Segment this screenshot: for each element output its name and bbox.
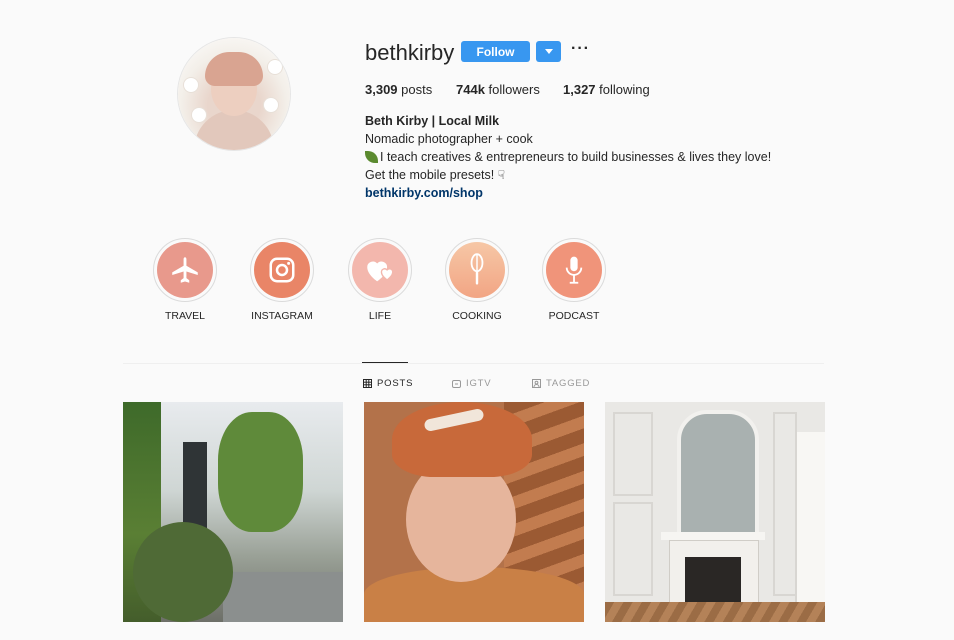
tagged-icon (532, 379, 541, 388)
tab-label: POSTS (377, 378, 414, 389)
highlight-instagram[interactable]: INSTAGRAM (250, 238, 314, 322)
posts-count-label: posts (401, 82, 433, 97)
profile-avatar[interactable] (178, 38, 290, 150)
following-count-label: following (599, 82, 650, 97)
post-thumbnail[interactable] (605, 402, 825, 622)
posts-count-value: 3,309 (365, 82, 398, 97)
highlight-cooking[interactable]: COOKING (445, 238, 509, 322)
bio-line-text: Get the mobile presets! (365, 168, 495, 182)
tab-label: TAGGED (546, 378, 591, 389)
followers-count-label: followers (488, 82, 540, 97)
microphone-icon (565, 256, 583, 284)
posts-count: 3,309 posts (365, 82, 432, 97)
pointing-hand-emoji-icon: ☟ (497, 168, 506, 182)
tab-tagged[interactable]: TAGGED (532, 378, 590, 389)
highlight-label: INSTAGRAM (251, 310, 313, 322)
bio-full-name: Beth Kirby | Local Milk (365, 114, 500, 128)
follow-button[interactable]: Follow (461, 41, 530, 62)
post-thumbnail[interactable] (123, 402, 343, 622)
followers-count[interactable]: 744k followers (456, 82, 540, 97)
active-tab-indicator (362, 362, 408, 363)
igtv-icon (452, 380, 461, 388)
followers-count-value: 744k (456, 82, 485, 97)
bio-line-text: I teach creatives & entrepreneurs to bui… (380, 150, 772, 164)
leaf-emoji-icon (365, 151, 378, 163)
following-count[interactable]: 1,327 following (563, 82, 650, 97)
tab-igtv[interactable]: IGTV (452, 378, 491, 389)
post-thumbnail[interactable] (364, 402, 584, 622)
hearts-icon (367, 261, 394, 282)
following-count-value: 1,327 (563, 82, 596, 97)
suggested-dropdown-button[interactable] (536, 41, 561, 62)
chevron-down-icon (544, 49, 553, 54)
airplane-icon (172, 257, 198, 283)
tab-label: IGTV (466, 378, 492, 389)
highlight-label: LIFE (368, 310, 392, 322)
bio-line: Nomadic photographer + cook (365, 132, 533, 146)
more-options-button[interactable]: ··· (571, 40, 590, 58)
bio-line: I teach creatives & entrepreneurs to bui… (365, 148, 771, 166)
highlight-travel[interactable]: TRAVEL (153, 238, 217, 322)
highlight-label: PODCAST (548, 310, 600, 322)
instagram-icon (269, 257, 295, 283)
whisk-icon (470, 253, 484, 285)
highlight-podcast[interactable]: PODCAST (542, 238, 606, 322)
grid-icon (363, 379, 372, 388)
tab-posts[interactable]: POSTS (363, 378, 413, 389)
tabs-divider (123, 363, 824, 364)
profile-username: bethkirby (365, 40, 455, 65)
highlight-label: COOKING (452, 310, 502, 322)
bio-website-link[interactable]: bethkirby.com/shop (365, 184, 483, 202)
highlight-life[interactable]: LIFE (348, 238, 412, 322)
highlight-label: TRAVEL (164, 310, 206, 322)
bio-line: Get the mobile presets! ☟ (365, 166, 505, 184)
